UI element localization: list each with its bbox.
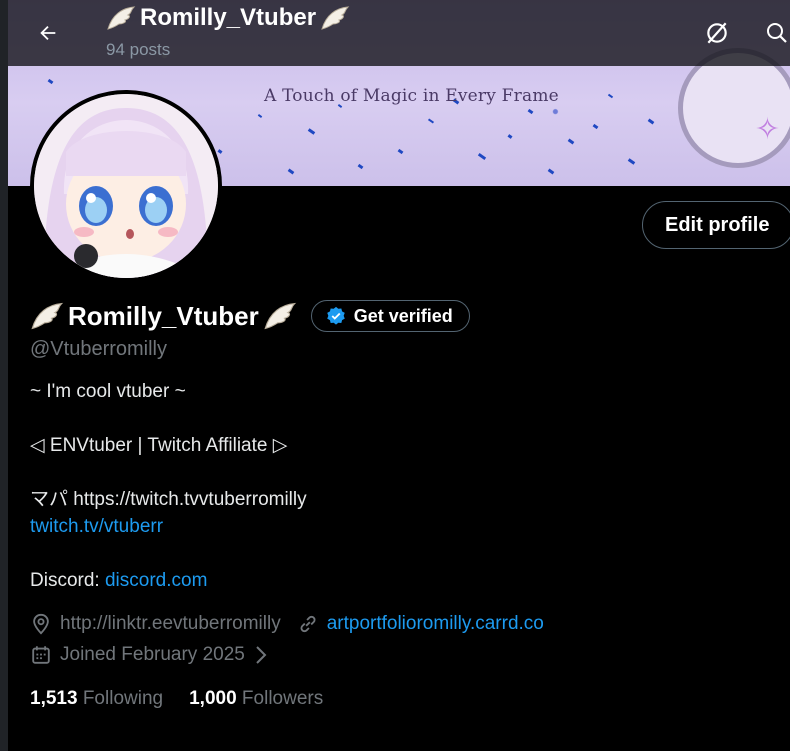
website-link[interactable]: artportfolioromilly.carrd.co [327,613,544,635]
link-icon [300,615,316,633]
discord-link[interactable]: discord.com [105,570,207,591]
top-bar: Romilly_Vtuber 94 posts [8,0,790,66]
wing-icon [321,6,350,30]
posts-count: 94 posts [106,40,171,59]
name-row: Romilly_Vtuber Get verified [30,300,470,332]
twitch-link[interactable]: twitch.tv/vtuberr [30,516,163,537]
joined-item[interactable]: Joined February 2025 [30,644,269,666]
profile-avatar[interactable] [30,90,222,282]
wing-icon [107,6,136,30]
edit-profile-button[interactable]: Edit profile [642,201,790,249]
profile-bio: ~ I'm cool vtuber ~ ◁ ENVtuber | Twitch … [30,378,307,594]
header-title-text: Romilly_Vtuber [140,4,317,31]
display-name: Romilly_Vtuber [30,301,297,332]
discord-prefix: Discord: [30,570,105,591]
bio-line: マパ https://twitch.tvvtuberromilly [30,489,307,510]
grok-icon [707,22,727,44]
back-arrow-icon [40,25,56,41]
chevron-right-icon [256,646,267,664]
display-name-text: Romilly_Vtuber [68,300,259,331]
get-verified-button[interactable]: Get verified [310,300,470,332]
banner-tagline: A Touch of Magic in Every Frame [264,86,559,106]
location-text: http://linktr.eevtuberromilly [60,613,281,634]
profile-handle: @Vtuberromilly [30,338,168,360]
wing-icon [31,302,64,330]
back-button[interactable] [30,15,66,51]
location-icon [33,613,49,635]
search-icon [767,23,787,43]
followers-link[interactable]: 1,000 Followers [189,688,323,710]
calendar-icon [32,646,50,664]
left-edge [0,0,8,751]
get-verified-label: Get verified [353,305,453,326]
header-title: Romilly_Vtuber [106,4,350,32]
followers-count: 1,000 [189,688,237,709]
followers-label: Followers [241,688,324,709]
profile-meta-row: Joined February 2025 [30,644,269,666]
following-link[interactable]: 1,513 Following [30,688,163,710]
verified-badge-icon [326,306,345,325]
search-button[interactable] [758,14,790,52]
bio-line: ~ I'm cool vtuber ~ [30,381,186,402]
banner-character-art [678,48,790,168]
location-item: http://linktr.eevtuberromilly [30,613,281,635]
wing-icon [264,302,296,330]
joined-text: Joined February 2025 [60,644,245,665]
following-label: Following [82,688,164,709]
website-item: artportfolioromilly.carrd.co [297,613,544,635]
following-count: 1,513 [30,688,78,709]
grok-button[interactable] [698,14,736,52]
vtuber-avatar-image [34,94,218,278]
profile-meta-row: http://linktr.eevtuberromilly artportfol… [30,613,544,635]
follow-stats: 1,513 Following 1,000 Followers [30,688,323,710]
fairy-decoration-icon: ✧ [754,113,780,146]
bio-line: ◁ ENVtuber | Twitch Affiliate ▷ [30,435,288,456]
